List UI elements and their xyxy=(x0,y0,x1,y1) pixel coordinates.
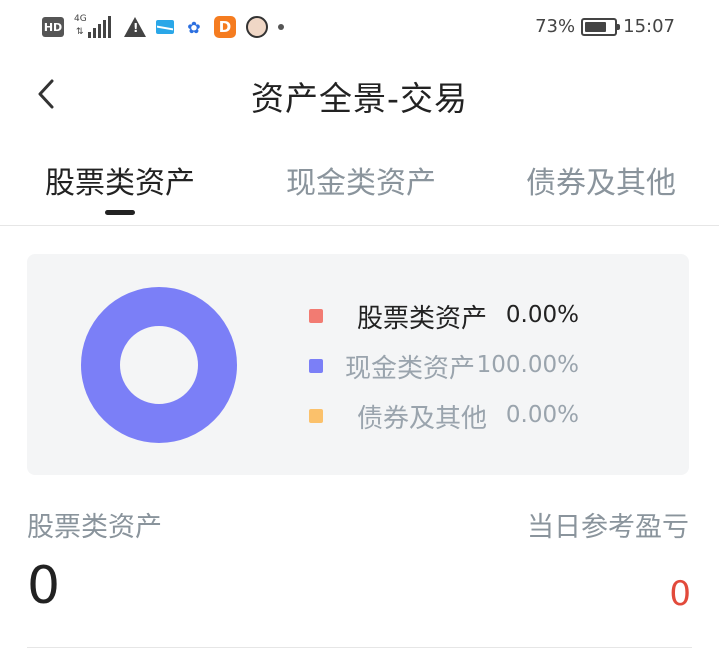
d-app-icon: D xyxy=(214,16,236,38)
battery-icon xyxy=(581,17,621,36)
stock-assets-value: 0 xyxy=(27,556,61,616)
data-arrows-icon: ⇅ xyxy=(76,27,84,37)
network-label: 4G xyxy=(74,14,87,24)
tab-stock-assets[interactable]: 股票类资产 xyxy=(45,158,195,202)
divider xyxy=(27,647,692,648)
battery-fill xyxy=(585,21,606,32)
page-title: 资产全景-交易 xyxy=(251,79,468,118)
tab-bonds-other[interactable]: 债券及其他 xyxy=(526,158,676,202)
warning-icon xyxy=(124,17,146,37)
legend-item-stock: 股票类资产 0.00% xyxy=(309,294,609,344)
asset-tabs: 股票类资产 现金类资产 债券及其他 xyxy=(0,140,719,226)
hd-icon: HD xyxy=(42,17,64,37)
allocation-donut-chart xyxy=(81,287,237,443)
legend-label: 现金类资产 xyxy=(345,354,476,384)
clock: 15:07 xyxy=(623,16,675,37)
avatar-icon xyxy=(246,16,268,38)
tab-cash-assets[interactable]: 现金类资产 xyxy=(286,158,436,202)
signal-bars xyxy=(88,16,111,38)
dot-icon xyxy=(278,24,284,30)
legend-value: 0.00% xyxy=(505,302,579,328)
status-icons-right: 73% 15:07 xyxy=(535,16,675,37)
donut-slice-1 xyxy=(81,287,237,443)
legend-label: 债券及其他 xyxy=(357,404,488,434)
battery-percent: 73% xyxy=(535,16,576,37)
legend-item-cash: 现金类资产 100.00% xyxy=(309,344,609,394)
status-bar: HD 4G ⇅ ✿ D 73% 15:07 xyxy=(0,0,719,56)
status-icons-left: HD 4G ⇅ ✿ D xyxy=(42,14,284,40)
chart-legend: 股票类资产 0.00% 现金类资产 100.00% 债券及其他 0.00% xyxy=(309,294,609,444)
legend-label: 股票类资产 xyxy=(357,304,488,334)
hd-label: HD xyxy=(43,20,63,34)
daily-pnl-value: 0 xyxy=(669,574,691,614)
daily-pnl-label: 当日参考盈亏 xyxy=(527,512,689,543)
legend-item-bonds: 债券及其他 0.00% xyxy=(309,394,609,444)
stock-assets-label: 股票类资产 xyxy=(27,512,162,543)
asset-allocation-card: 股票类资产 0.00% 现金类资产 100.00% 债券及其他 0.00% xyxy=(27,254,689,475)
signal-icon: 4G ⇅ xyxy=(74,14,114,40)
baidu-icon: ✿ xyxy=(187,17,201,37)
legend-swatch xyxy=(309,309,323,323)
legend-swatch xyxy=(309,409,323,423)
tab-active-indicator xyxy=(105,210,135,215)
nav-header: 资产全景-交易 xyxy=(0,56,719,132)
mail-icon xyxy=(156,20,174,34)
legend-value: 100.00% xyxy=(476,352,579,378)
legend-value: 0.00% xyxy=(505,402,579,428)
legend-swatch xyxy=(309,359,323,373)
